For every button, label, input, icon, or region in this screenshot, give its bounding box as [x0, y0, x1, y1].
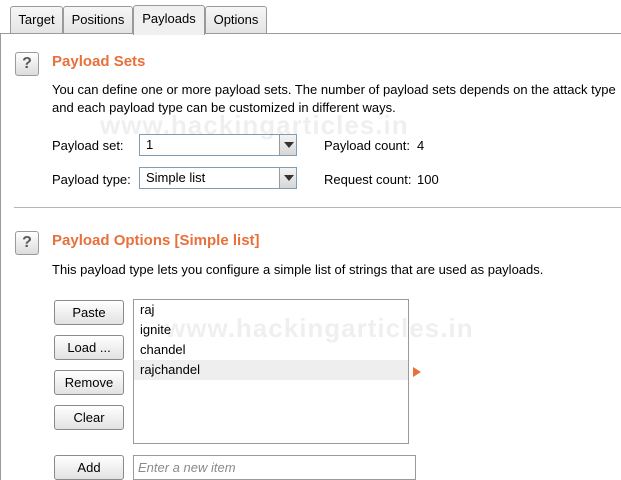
remove-button[interactable]: Remove	[54, 370, 124, 395]
payload-type-value: Simple list	[146, 170, 206, 185]
tab-payloads[interactable]: Payloads	[133, 5, 205, 35]
watermark: www.hackingarticles.in	[100, 110, 409, 140]
tab-target[interactable]: Target	[10, 6, 63, 34]
payload-sets-title: Payload Sets	[52, 53, 146, 70]
load-button[interactable]: Load ...	[54, 335, 124, 360]
payload-options-description: This payload type lets you configure a s…	[52, 262, 544, 277]
paste-button[interactable]: Paste	[54, 300, 124, 325]
list-item[interactable]: rajchandel	[134, 360, 408, 380]
payload-type-select[interactable]: Simple list	[139, 167, 297, 189]
add-button[interactable]: Add	[54, 455, 124, 480]
tab-bar: Target Positions Payloads Options	[0, 0, 621, 35]
payload-count-value: 4	[417, 138, 425, 153]
payload-options-title: Payload Options [Simple list]	[52, 232, 260, 249]
request-count-value: 100	[417, 172, 439, 187]
help-icon[interactable]: ?	[15, 231, 39, 255]
chevron-down-icon[interactable]	[279, 168, 296, 188]
watermark: www.hackingarticles.in	[165, 313, 474, 343]
tab-options[interactable]: Options	[205, 6, 267, 34]
request-count-label: Request count:	[324, 172, 412, 187]
payload-sets-description-line1: You can define one or more payload sets.…	[52, 82, 616, 97]
tab-positions[interactable]: Positions	[63, 6, 133, 34]
new-item-input[interactable]	[133, 455, 416, 480]
payload-type-label: Payload type:	[52, 172, 131, 187]
clear-button[interactable]: Clear	[54, 405, 124, 430]
play-arrow-icon	[413, 367, 421, 377]
help-icon[interactable]: ?	[15, 52, 39, 76]
section-divider	[14, 207, 621, 208]
